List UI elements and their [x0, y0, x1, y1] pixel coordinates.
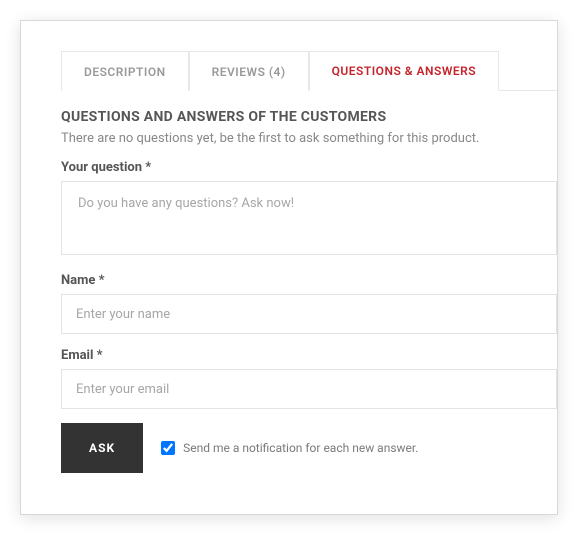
tab-questions-answers[interactable]: QUESTIONS & ANSWERS	[309, 51, 500, 91]
qa-panel: DESCRIPTION REVIEWS (4) QUESTIONS & ANSW…	[20, 20, 558, 515]
email-input[interactable]	[61, 369, 557, 409]
tab-description[interactable]: DESCRIPTION	[61, 51, 189, 91]
name-input[interactable]	[61, 294, 557, 334]
ask-button[interactable]: ASK	[61, 423, 143, 473]
field-name: Name *	[61, 273, 557, 334]
notify-wrap: Send me a notification for each new answ…	[161, 441, 418, 455]
no-questions-message: There are no questions yet, be the first…	[61, 131, 557, 146]
question-input[interactable]	[61, 181, 557, 255]
tab-list: DESCRIPTION REVIEWS (4) QUESTIONS & ANSW…	[61, 51, 557, 91]
form-actions: ASK Send me a notification for each new …	[61, 423, 557, 473]
email-label: Email *	[61, 348, 557, 363]
question-label: Your question *	[61, 160, 557, 175]
field-email: Email *	[61, 348, 557, 409]
name-label: Name *	[61, 273, 557, 288]
notify-label: Send me a notification for each new answ…	[183, 441, 418, 455]
notify-checkbox[interactable]	[161, 441, 175, 455]
field-question: Your question *	[61, 160, 557, 259]
tab-reviews[interactable]: REVIEWS (4)	[189, 51, 309, 91]
section-title: QUESTIONS AND ANSWERS OF THE CUSTOMERS	[61, 109, 557, 125]
